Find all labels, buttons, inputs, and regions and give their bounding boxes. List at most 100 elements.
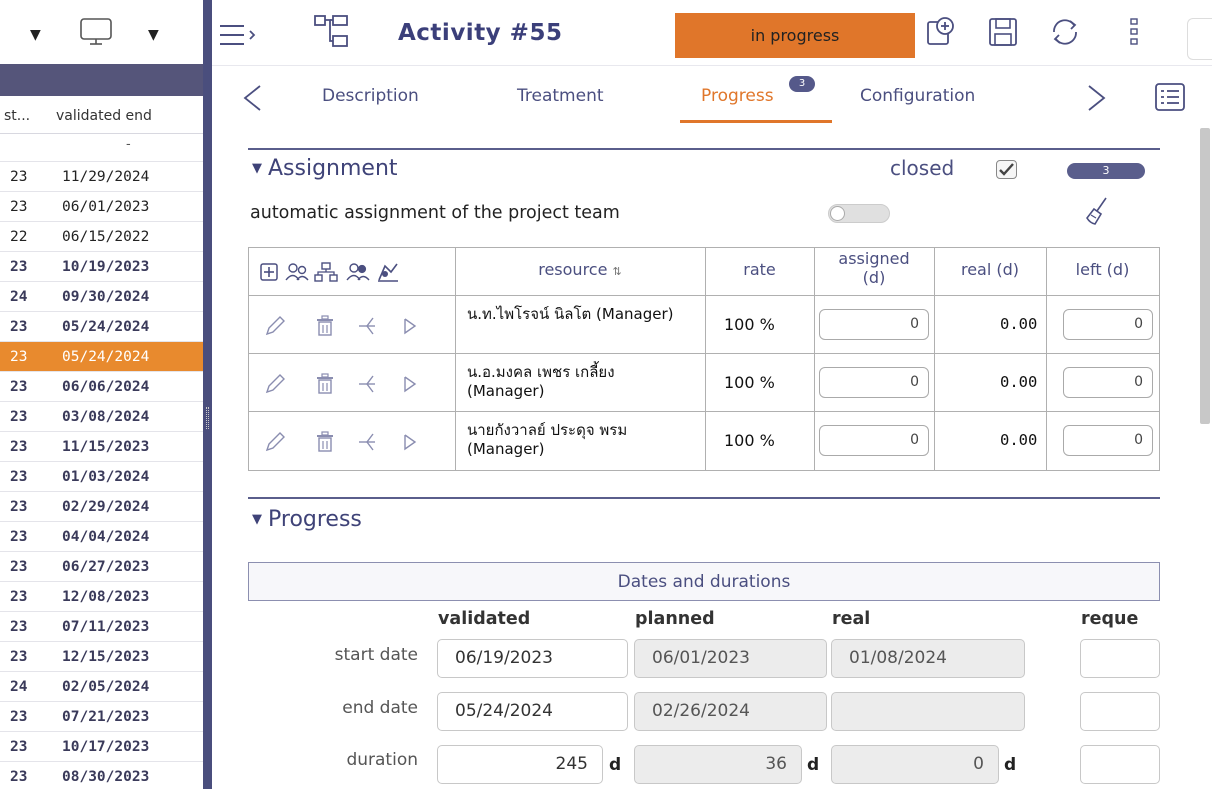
column-real: real [832,609,871,629]
tab-progress[interactable]: Progress [701,86,774,106]
status-badge[interactable]: in progress [675,13,915,58]
panel-splitter[interactable] [203,0,212,789]
add-copy-icon[interactable] [925,16,957,52]
menu-expand-icon[interactable] [220,24,260,50]
real-days-value: 0.00 [1000,315,1038,333]
start-date-real-field: 01/08/2024 [831,639,1025,678]
list-item[interactable]: 23 01/03/2024 [0,462,203,492]
assigned-days-input[interactable]: 0 [819,425,929,456]
list-item[interactable]: 23 06/01/2023 [0,192,203,222]
list-item-start-year: 22 [10,229,28,245]
list-item[interactable]: 23 10/19/2023 [0,252,203,282]
assigned-days-input[interactable]: 0 [819,309,929,340]
side-panel-tab[interactable] [1187,18,1212,60]
closed-checkbox[interactable] [996,160,1017,179]
list-item-start-year: 23 [10,469,28,485]
list-filter-row[interactable]: - [0,134,203,162]
duration-validated-input[interactable]: 245 [437,745,603,784]
hierarchy-icon[interactable] [314,14,350,54]
row-action-icons[interactable] [263,430,433,458]
tab-configuration[interactable]: Configuration [860,86,975,106]
list-item[interactable]: 23 12/08/2023 [0,582,203,612]
row-action-icons[interactable] [263,314,433,342]
list-item[interactable]: 23 03/08/2024 [0,402,203,432]
list-item-validated-end: 06/15/2022 [62,229,150,245]
list-item[interactable]: 23 05/24/2024 [0,342,203,372]
end-date-validated-input[interactable]: 05/24/2024 [437,692,628,731]
list-item-validated-end: 05/24/2024 [62,349,150,365]
rate-value: 100 % [724,373,775,392]
previous-arrow-icon[interactable] [242,84,264,116]
tab-treatment[interactable]: Treatment [517,86,604,106]
assigned-days-input[interactable]: 0 [819,367,929,398]
tab-description[interactable]: Description [322,86,419,106]
list-item[interactable]: 24 02/05/2024 [0,672,203,702]
list-item[interactable]: 23 06/06/2024 [0,372,203,402]
row-divider [249,411,1159,412]
column-header-assigned[interactable]: assigned (d) [814,249,934,287]
progress-section-toggle[interactable]: ▼ Progress [252,507,362,532]
save-icon[interactable] [987,16,1019,52]
list-item[interactable]: 23 07/21/2023 [0,702,203,732]
column-header-start[interactable]: st... [4,108,30,124]
assignment-section-toggle[interactable]: ▼ Assignment [252,156,398,181]
list-item[interactable]: 23 02/29/2024 [0,492,203,522]
row-divider [249,353,1159,354]
duration-requested-input[interactable] [1080,745,1160,784]
list-item-validated-end: 04/04/2024 [62,529,150,545]
list-item[interactable]: 23 11/29/2024 [0,162,203,192]
real-days-value: 0.00 [1000,431,1038,449]
list-item-start-year: 23 [10,559,28,575]
list-item[interactable]: 24 09/30/2024 [0,282,203,312]
dates-durations-header[interactable]: Dates and durations [248,562,1160,601]
list-item[interactable]: 23 06/27/2023 [0,552,203,582]
refresh-icon[interactable] [1048,16,1082,52]
list-item[interactable]: 22 06/15/2022 [0,222,203,252]
column-header-left[interactable]: left (d) [1046,260,1159,279]
list-item[interactable]: 23 07/11/2023 [0,612,203,642]
monitor-icon[interactable] [80,18,120,52]
list-item[interactable]: 23 10/17/2023 [0,732,203,762]
list-item-validated-end: 06/06/2024 [62,379,150,395]
left-days-input[interactable]: 0 [1063,425,1153,456]
list-item[interactable]: 23 12/15/2023 [0,642,203,672]
dates-durations-label: Dates and durations [617,572,791,592]
list-item[interactable]: 23 11/15/2023 [0,432,203,462]
resource-name[interactable]: นายกังวาลย์ ประดุจ พรม (Manager) [467,421,692,459]
column-header-real[interactable]: real (d) [934,260,1046,279]
start-date-validated-input[interactable]: 06/19/2023 [437,639,628,678]
list-item-validated-end: 10/17/2023 [62,739,150,755]
start-date-requested-input[interactable] [1080,639,1160,678]
left-days-input[interactable]: 0 [1063,367,1153,398]
sort-icon[interactable]: ⇅ [613,265,622,278]
left-days-input[interactable]: 0 [1063,309,1153,340]
tab-bar: Description Treatment Progress 3 Configu… [212,66,1212,128]
broom-icon[interactable] [1084,196,1110,230]
column-header-resource[interactable]: resource ⇅ [455,260,705,279]
scrollbar-thumb[interactable] [1200,128,1210,424]
row-divider [249,295,1159,296]
progress-title: Progress [268,507,362,532]
active-tab-indicator [680,120,832,123]
resource-header-label: resource [538,260,608,279]
splitter-grip[interactable] [206,407,209,429]
auto-assignment-toggle[interactable] [828,204,890,223]
chevron-down-icon[interactable]: ▼ [30,27,41,43]
list-item-start-year: 23 [10,589,28,605]
list-item-validated-end: 02/29/2024 [62,499,150,515]
row-action-icons[interactable] [263,372,433,400]
column-header-validated-end[interactable]: validated end [56,108,152,124]
chevron-down-icon[interactable]: ▼ [148,27,159,43]
resource-name[interactable]: น.อ.มงคล เพชร เกลี้ยง (Manager) [467,363,692,401]
list-item[interactable]: 23 08/30/2023 [0,762,203,789]
start-date-label: start date [334,645,418,665]
next-arrow-icon[interactable] [1085,84,1107,116]
end-date-requested-input[interactable] [1080,692,1160,731]
column-header-rate[interactable]: rate [705,260,814,279]
more-options-icon[interactable] [1129,16,1141,52]
list-item[interactable]: 23 04/04/2024 [0,522,203,552]
list-item[interactable]: 23 05/24/2024 [0,312,203,342]
list-item-start-year: 23 [10,199,28,215]
resource-name[interactable]: น.ท.ไพโรจน์ นิลโต (Manager) [467,305,692,324]
list-view-icon[interactable] [1155,83,1187,115]
